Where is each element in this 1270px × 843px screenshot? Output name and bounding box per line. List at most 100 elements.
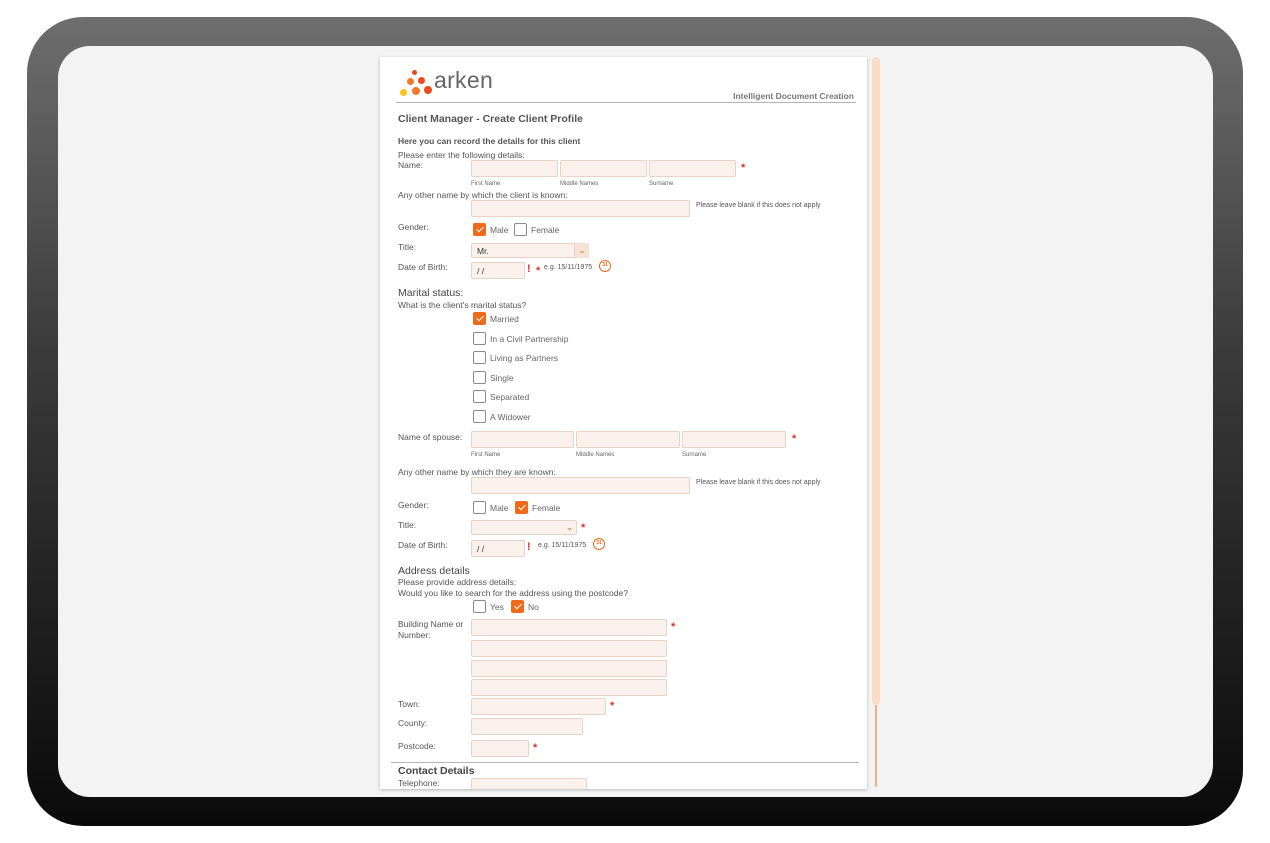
logo-dot [424, 86, 432, 94]
required-mark: * [671, 621, 676, 633]
scrollbar[interactable] [872, 57, 880, 787]
postcode-label: Postcode: [398, 741, 436, 751]
spouse-first-name-sub: First Name [471, 452, 501, 458]
county-input[interactable] [471, 718, 583, 735]
device-screen: arken Intelligent Document Creation Clie… [58, 46, 1213, 797]
title-label: Title: [398, 242, 417, 252]
postcode-input[interactable] [471, 740, 529, 757]
postcode-search-no-checkbox[interactable] [511, 600, 524, 613]
marital-heading: Marital status: [398, 287, 464, 299]
dob-example: e.g. 15/11/1975 [544, 264, 593, 271]
spouse-gender-label: Gender: [398, 500, 429, 510]
building-label-line1: Building Name or [398, 619, 464, 629]
title-select-value: Mr. [477, 246, 489, 256]
spouse-gender-male-label: Male [490, 503, 509, 513]
scrollbar-track-line [875, 705, 877, 787]
gender-male-label: Male [490, 225, 509, 235]
logo-dot [418, 77, 425, 84]
page-title: Client Manager - Create Client Profile [398, 113, 583, 125]
contact-rule [391, 762, 859, 763]
arken-logo: arken [398, 67, 498, 99]
gender-female-checkbox[interactable] [514, 223, 527, 236]
marital-option-label: A Widower [490, 412, 531, 422]
middle-names-sub: Middle Names [560, 181, 599, 187]
marital-option-separated[interactable] [473, 390, 486, 403]
logo-dot [407, 78, 414, 85]
marital-option-label: Married [490, 314, 519, 324]
telephone-input[interactable] [471, 778, 587, 789]
marital-option-widower[interactable] [473, 410, 486, 423]
first-name-sub: First Name [471, 181, 501, 187]
middle-names-input[interactable] [560, 160, 647, 177]
gender-label: Gender: [398, 222, 429, 232]
spouse-other-name-input[interactable] [471, 477, 690, 494]
logo-dot [400, 89, 407, 96]
spouse-dob-example: e.g. 15/11/1975 [538, 542, 587, 549]
invalid-mark: ! [527, 541, 531, 553]
postcode-search-yes-label: Yes [490, 602, 504, 612]
gender-male-checkbox[interactable] [473, 223, 486, 236]
marital-option-label: Single [490, 373, 514, 383]
title-select[interactable]: Mr. [471, 243, 589, 258]
building-input[interactable] [471, 619, 667, 636]
address-line4-input[interactable] [471, 679, 667, 696]
surname-sub: Surname [649, 181, 674, 187]
spouse-dob-input[interactable]: / / [471, 540, 525, 557]
scrollbar-thumb[interactable] [872, 57, 880, 705]
spouse-gender-male-checkbox[interactable] [473, 501, 486, 514]
spouse-title-label: Title: [398, 520, 417, 530]
marital-question: What is the client's marital status? [398, 300, 527, 310]
spouse-gender-female-checkbox[interactable] [515, 501, 528, 514]
surname-input[interactable] [649, 160, 736, 177]
required-mark: * [536, 265, 541, 277]
form-document: arken Intelligent Document Creation Clie… [380, 57, 867, 789]
town-input[interactable] [471, 698, 606, 715]
address-line2-input[interactable] [471, 640, 667, 657]
calendar-icon[interactable]: 31 [593, 538, 605, 550]
logo-wordmark: arken [434, 67, 494, 93]
other-name-input[interactable] [471, 200, 690, 217]
marital-option-civil-partnership[interactable] [473, 332, 486, 345]
marital-option-married[interactable] [473, 312, 486, 325]
chevron-down-icon[interactable]: ⌄ [574, 243, 589, 258]
leave-blank-note: Please leave blank if this does not appl… [696, 202, 821, 209]
spouse-first-name-input[interactable] [471, 431, 574, 448]
marital-option-living-as-partners[interactable] [473, 351, 486, 364]
building-label-line2: Number: [398, 630, 431, 640]
required-mark: * [610, 700, 615, 712]
other-name-label: Any other name by which the client is kn… [398, 190, 568, 200]
address-intro: Please provide address details: [398, 577, 517, 587]
required-mark: * [533, 742, 538, 754]
county-label: County: [398, 718, 428, 728]
postcode-question: Would you like to search for the address… [398, 588, 628, 598]
spouse-surname-input[interactable] [682, 431, 786, 448]
contact-heading: Contact Details [398, 765, 475, 777]
postcode-search-yes-checkbox[interactable] [473, 600, 486, 613]
logo-dot [412, 70, 417, 75]
logo-dot [412, 87, 420, 95]
header-rule [396, 102, 856, 103]
intro-text: Please enter the following details: [398, 150, 525, 160]
required-mark: * [581, 522, 586, 534]
telephone-label: Telephone: [398, 778, 440, 788]
spouse-surname-sub: Surname [682, 452, 707, 458]
spouse-dob-label: Date of Birth: [398, 540, 448, 550]
dob-label: Date of Birth: [398, 262, 448, 272]
dob-value: / / [477, 266, 485, 276]
spouse-gender-female-label: Female [532, 503, 561, 513]
marital-option-label: In a Civil Partnership [490, 334, 569, 344]
name-label: Name: [398, 160, 424, 170]
dob-input[interactable]: / / [471, 262, 525, 279]
town-label: Town: [398, 699, 421, 709]
address-line3-input[interactable] [471, 660, 667, 677]
calendar-icon[interactable]: 31 [599, 260, 611, 272]
invalid-mark: ! [527, 263, 531, 275]
chevron-down-icon[interactable]: ⌄ [562, 520, 577, 535]
marital-option-single[interactable] [473, 371, 486, 384]
spouse-name-label: Name of spouse: [398, 432, 463, 442]
spouse-middle-names-input[interactable] [576, 431, 680, 448]
spouse-other-name-label: Any other name by which they are known: [398, 467, 556, 477]
marital-option-label: Living as Partners [490, 353, 559, 363]
first-name-input[interactable] [471, 160, 558, 177]
address-heading: Address details [398, 565, 470, 577]
